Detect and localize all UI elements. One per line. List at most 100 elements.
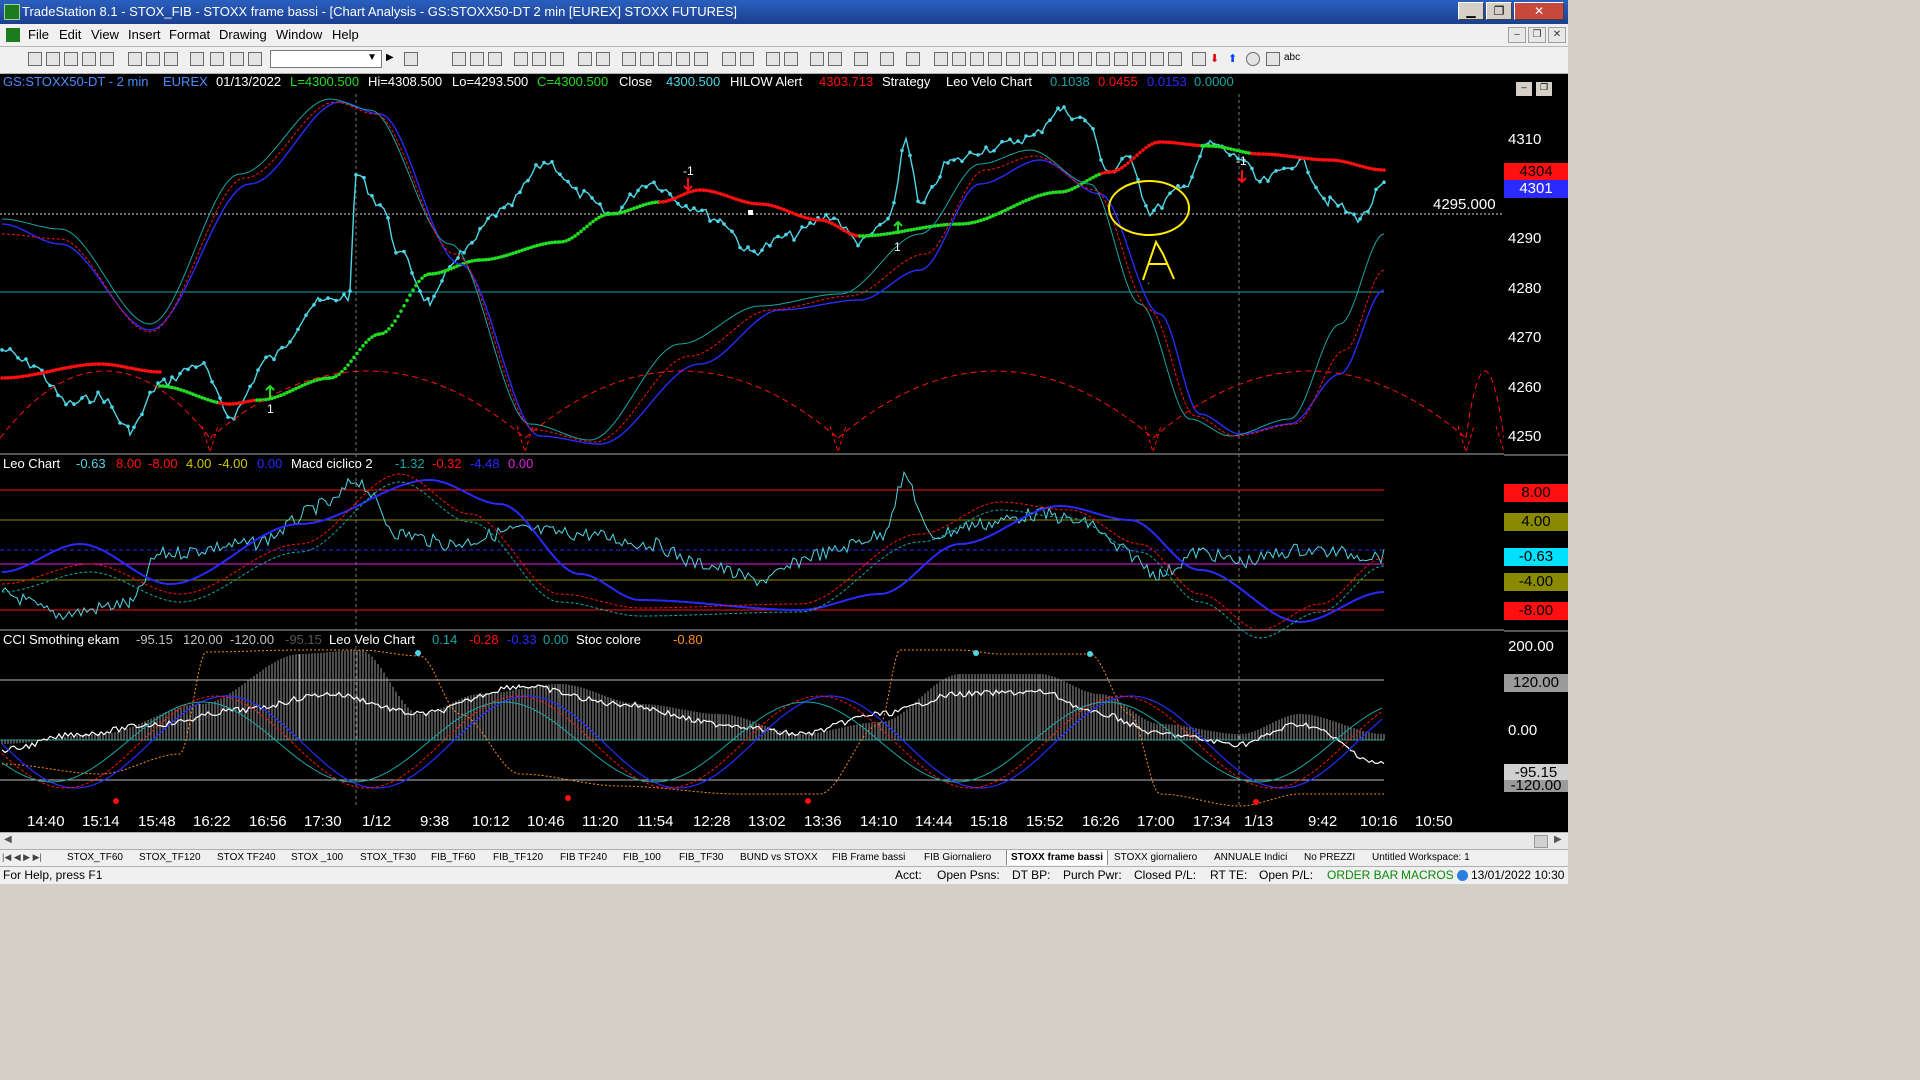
andrews-pitchfork-icon[interactable] [1060, 52, 1074, 66]
chevron-down-icon[interactable]: ▼ [367, 52, 377, 63]
menu-edit[interactable]: Edit [59, 27, 81, 42]
palette-icon[interactable] [248, 52, 262, 66]
symbol-combo[interactable]: ▼ [270, 50, 382, 68]
open-workspace-icon[interactable] [64, 52, 78, 66]
panel-divider[interactable] [1504, 454, 1568, 456]
candle-chart-icon[interactable] [640, 52, 654, 66]
minimize-button[interactable]: ▁ [1458, 2, 1484, 20]
data-window-icon[interactable] [880, 52, 894, 66]
trendline-icon[interactable] [934, 52, 948, 66]
new-icon[interactable] [28, 52, 42, 66]
tab-fib-tf60[interactable]: FIB_TF60 [431, 850, 475, 865]
scroll-left-icon[interactable] [722, 52, 736, 66]
scanner-icon[interactable] [514, 52, 528, 66]
arrows-icon[interactable] [1114, 52, 1128, 66]
tab-stox-tf240[interactable]: STOX TF240 [217, 850, 276, 865]
radar-screen-icon[interactable] [470, 52, 484, 66]
menu-window[interactable]: Window [276, 27, 322, 42]
panel-minimize-button[interactable]: ‒ [1516, 82, 1532, 96]
vertical-line-icon[interactable] [970, 52, 984, 66]
ellipse-icon[interactable] [1150, 52, 1164, 66]
tab-no-prezzi[interactable]: No PREZZI [1304, 850, 1355, 865]
menu-view[interactable]: View [91, 27, 119, 42]
tab-nav-icon[interactable]: |◀ ◀ ▶ ▶| [2, 850, 42, 865]
format-data-icon[interactable] [596, 52, 610, 66]
save-icon[interactable] [82, 52, 96, 66]
mdi-close-button[interactable]: ✕ [1548, 27, 1566, 43]
link-icon[interactable] [210, 52, 224, 66]
chart-canvas[interactable]: A [0, 74, 1504, 808]
menu-drawing[interactable]: Drawing [219, 27, 267, 42]
find-symbol-icon[interactable] [404, 52, 418, 66]
matrix-icon[interactable] [488, 52, 502, 66]
circle-icon[interactable] [1246, 52, 1260, 66]
tab-untitled-workspace[interactable]: Untitled Workspace: 1 [1372, 850, 1470, 865]
format-icon[interactable] [230, 52, 244, 66]
panel-divider-2[interactable] [1504, 630, 1568, 632]
lock-icon[interactable] [190, 52, 204, 66]
scroll-right-arrow-icon[interactable]: ▶ [1554, 834, 1562, 845]
tab-fib-frame-bassi[interactable]: FIB Frame bassi [832, 850, 905, 865]
tab-stoxx-frame-bassi[interactable]: STOXX frame bassi [1006, 850, 1109, 865]
curve-icon[interactable] [1192, 52, 1206, 66]
regression-icon[interactable] [1078, 52, 1092, 66]
insert-analysis-icon[interactable] [578, 52, 592, 66]
maximize-button[interactable]: ❐ [1486, 2, 1512, 20]
bar-chart-icon[interactable] [622, 52, 636, 66]
delete-drawing-icon[interactable] [906, 52, 920, 66]
order-bar-button[interactable]: ORDER BAR [1327, 868, 1398, 882]
tab-fib-100[interactable]: FIB_100 [623, 850, 661, 865]
arrow-up-icon[interactable]: ⬆ [1228, 52, 1242, 66]
tab-fib-giornaliero[interactable]: FIB Giornaliero [924, 850, 991, 865]
scroll-left-arrow-icon[interactable]: ◀ [4, 834, 12, 845]
tab-annuale-indici[interactable]: ANNUALE Indici [1214, 850, 1287, 865]
horizontal-scrollbar[interactable]: ◀ ▶ [0, 832, 1568, 849]
menu-insert[interactable]: Insert [128, 27, 161, 42]
document-icon[interactable] [6, 28, 20, 42]
paste-icon[interactable] [164, 52, 178, 66]
channel-icon[interactable] [988, 52, 1002, 66]
copy-icon[interactable] [146, 52, 160, 66]
pointer-icon[interactable] [810, 52, 824, 66]
scrollbar-thumb[interactable] [1534, 835, 1548, 848]
gann-fan-icon[interactable] [1024, 52, 1038, 66]
zoom-out-icon[interactable] [784, 52, 798, 66]
tab-stox-tf120[interactable]: STOX_TF120 [139, 850, 201, 865]
rectangle-icon[interactable] [1266, 52, 1280, 66]
strategy-icon[interactable] [532, 52, 546, 66]
freehand-icon[interactable] [1168, 52, 1182, 66]
menu-file[interactable]: File [28, 27, 49, 42]
arc-icon[interactable] [1132, 52, 1146, 66]
time-cycle-icon[interactable] [1096, 52, 1110, 66]
indicator-icon[interactable] [550, 52, 564, 66]
tab-stox-100[interactable]: STOX _100 [291, 850, 343, 865]
horizontal-line-icon[interactable] [952, 52, 966, 66]
play-icon[interactable]: ▶ [386, 52, 400, 66]
tools-icon[interactable] [854, 52, 868, 66]
mdi-minimize-button[interactable]: ‒ [1508, 27, 1526, 43]
zoom-in-icon[interactable] [766, 52, 780, 66]
speed-lines-icon[interactable] [1042, 52, 1056, 66]
open-icon[interactable] [46, 52, 60, 66]
tab-fib-tf30[interactable]: FIB_TF30 [679, 850, 723, 865]
save-workspace-icon[interactable] [100, 52, 114, 66]
fibonacci-icon[interactable] [1006, 52, 1020, 66]
text-tool-icon[interactable]: abc [1284, 52, 1308, 66]
tab-stoxx-giornaliero[interactable]: STOXX giornaliero [1114, 850, 1197, 865]
tab-stox-tf60[interactable]: STOX_TF60 [67, 850, 123, 865]
menu-help[interactable]: Help [332, 27, 359, 42]
arrow-down-icon[interactable]: ⬇ [1210, 52, 1224, 66]
tab-bund-vs-stoxx[interactable]: BUND vs STOXX [740, 850, 818, 865]
chart-plot-area[interactable]: A GS:STOXX50-DT - 2 min EUREX 01/13/2022… [0, 74, 1504, 808]
tab-fib-tf120[interactable]: FIB_TF120 [493, 850, 543, 865]
print-icon[interactable] [128, 52, 142, 66]
panel-restore-button[interactable]: ❐ [1536, 82, 1552, 96]
chart-window-icon[interactable] [452, 52, 466, 66]
tab-fib-tf240[interactable]: FIB TF240 [560, 850, 607, 865]
mdi-restore-button[interactable]: ❐ [1528, 27, 1546, 43]
scroll-right-icon[interactable] [740, 52, 754, 66]
tab-stox-tf30[interactable]: STOX_TF30 [360, 850, 416, 865]
time-axis[interactable]: 14:40 15:14 15:48 16:22 16:56 17:30 1/12… [0, 808, 1504, 832]
tick-chart-icon[interactable] [694, 52, 708, 66]
menu-format[interactable]: Format [169, 27, 210, 42]
